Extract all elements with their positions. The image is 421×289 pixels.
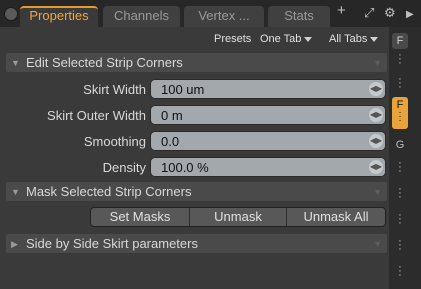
grip-dots-icon[interactable]: · · ·: [392, 262, 408, 281]
presets-row: Presets One Tab All Tabs: [4, 31, 388, 49]
field-skirt-outer-width: Skirt Outer Width 0 m ◀▶: [4, 105, 388, 125]
expand-right-icon: ▶: [11, 239, 18, 249]
spinner-icon[interactable]: ◀▶: [369, 108, 383, 122]
section-menu-icon[interactable]: ▼: [373, 58, 382, 68]
tab-vertex[interactable]: Vertex ...: [184, 6, 264, 27]
tab-bar: Properties Channels Vertex ... Stats + ⤢…: [0, 0, 421, 27]
spinner-icon[interactable]: ◀▶: [369, 82, 383, 96]
tab-label: Properties: [29, 8, 89, 23]
presets-button[interactable]: Presets: [214, 33, 251, 45]
expand-icon[interactable]: ⤢: [364, 5, 374, 21]
field-label: Density: [102, 160, 146, 175]
all-tabs-dropdown[interactable]: All Tabs: [329, 33, 379, 45]
properties-panel: Presets One Tab All Tabs ▼ Edit Selected…: [4, 27, 388, 289]
field-label: Smoothing: [83, 134, 146, 149]
unmask-all-button[interactable]: Unmask All: [287, 208, 385, 226]
field-density: Density 100.0 % ◀▶: [4, 157, 388, 177]
field-value: 0 m: [161, 108, 183, 123]
grip-dots-icon[interactable]: · · ·: [392, 236, 408, 255]
spinner-icon[interactable]: ◀▶: [369, 134, 383, 148]
tab-channels[interactable]: Channels: [103, 6, 180, 27]
grip-dots-icon[interactable]: · · ·: [392, 74, 408, 93]
smoothing-input[interactable]: 0.0 ◀▶: [150, 131, 386, 151]
side-tab-label: F: [396, 35, 404, 47]
collapse-down-icon: ▼: [11, 187, 20, 197]
field-skirt-width: Skirt Width 100 um ◀▶: [4, 79, 388, 99]
side-tab-f-2[interactable]: F · · ·: [392, 97, 408, 129]
section-title: Edit Selected Strip Corners: [26, 55, 183, 70]
section-edit-strip-corners[interactable]: ▼ Edit Selected Strip Corners ▼: [6, 53, 387, 72]
section-side-by-side-skirt[interactable]: ▶ Side by Side Skirt parameters ▼: [6, 234, 387, 253]
field-label: Skirt Width: [83, 82, 146, 97]
all-tabs-label: All Tabs: [329, 33, 368, 45]
side-tab-strip: F · · · · · · F · · · G · · · · · · · · · · · · · · ·: [389, 27, 421, 289]
section-menu-icon[interactable]: ▼: [373, 187, 382, 197]
tab-stats[interactable]: Stats: [268, 6, 330, 27]
chevron-down-icon: [370, 36, 379, 42]
grip-dots-icon[interactable]: · · ·: [392, 158, 408, 177]
field-smoothing: Smoothing 0.0 ◀▶: [4, 131, 388, 151]
grip-dots-icon[interactable]: · · ·: [392, 210, 408, 229]
section-menu-icon[interactable]: ▼: [373, 239, 382, 249]
section-mask-strip-corners[interactable]: ▼ Mask Selected Strip Corners ▼: [6, 182, 387, 201]
section-title: Mask Selected Strip Corners: [26, 184, 192, 199]
tab-label: Channels: [114, 8, 169, 23]
one-tab-dropdown[interactable]: One Tab: [260, 33, 313, 45]
mask-button-group: Set Masks Unmask Unmask All: [90, 207, 386, 227]
side-tab-g[interactable]: G: [392, 137, 408, 153]
tab-properties[interactable]: Properties: [20, 6, 98, 27]
spinner-icon[interactable]: ◀▶: [369, 160, 383, 174]
plus-icon[interactable]: +: [337, 3, 346, 19]
side-tab-label: G: [395, 139, 405, 151]
arrow-right-icon[interactable]: ▶: [406, 7, 414, 23]
density-input[interactable]: 100.0 % ◀▶: [150, 157, 386, 177]
one-tab-label: One Tab: [260, 33, 302, 45]
grip-dots-icon[interactable]: · · ·: [392, 184, 408, 203]
field-label: Skirt Outer Width: [47, 108, 146, 123]
field-value: 0.0: [161, 134, 180, 149]
field-value: 100.0 %: [161, 160, 209, 175]
field-value: 100 um: [161, 82, 205, 97]
section-title: Side by Side Skirt parameters: [26, 236, 198, 251]
tab-label: Vertex ...: [198, 8, 250, 23]
collapse-down-icon: ▼: [11, 58, 20, 68]
tab-label: Stats: [284, 8, 314, 23]
panel-menu-button[interactable]: [4, 7, 18, 21]
gear-icon[interactable]: ⚙: [384, 5, 396, 21]
set-masks-button[interactable]: Set Masks: [91, 208, 189, 226]
skirt-width-input[interactable]: 100 um ◀▶: [150, 79, 386, 99]
side-tab-f-1[interactable]: F: [392, 33, 408, 49]
unmask-button[interactable]: Unmask: [190, 208, 286, 226]
skirt-outer-width-input[interactable]: 0 m ◀▶: [150, 105, 386, 125]
grip-dots-icon[interactable]: · · ·: [392, 50, 408, 69]
chevron-down-icon: [304, 36, 313, 42]
